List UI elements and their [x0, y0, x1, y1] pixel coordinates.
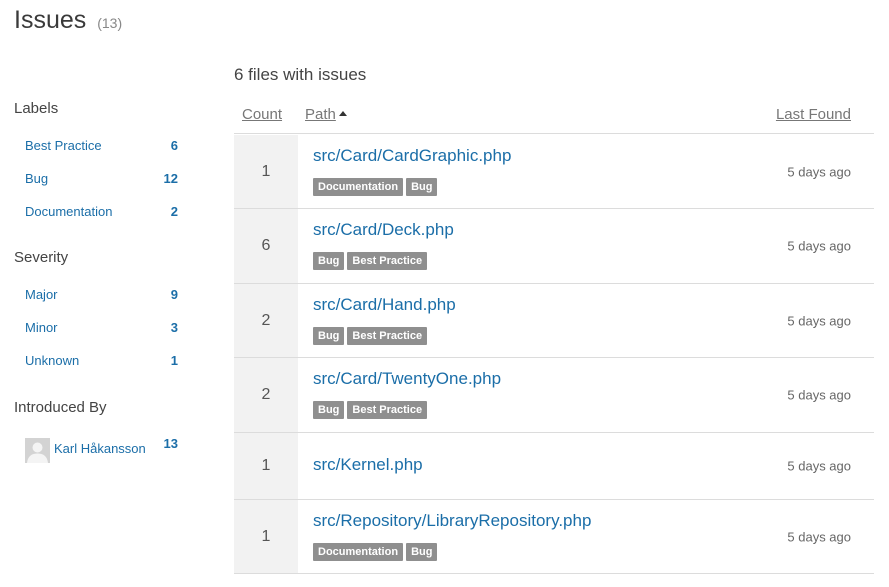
last-found-time: 5 days ago [787, 458, 851, 474]
row-count-cell: 1 [234, 433, 298, 499]
avatar-placeholder-icon [25, 438, 50, 463]
tag-list: Bug Best Practice [313, 400, 430, 419]
files-summary: 6 files with issues [234, 65, 367, 84]
tag-list: Bug Best Practice [313, 251, 430, 270]
file-path-link[interactable]: src/Card/CardGraphic.php [313, 146, 511, 166]
facet-item-documentation[interactable]: Documentation 2 [25, 204, 180, 222]
last-found-time: 5 days ago [787, 238, 851, 254]
tag-badge: Bug [313, 327, 345, 345]
file-path-link[interactable]: src/Card/Deck.php [313, 220, 454, 240]
table-header: Count Path Last Found [234, 104, 874, 134]
facet-title-labels: Labels [14, 100, 59, 117]
file-path-link[interactable]: src/Card/TwentyOne.php [313, 369, 501, 389]
page-title-text: Issues [14, 6, 87, 34]
facet-item-bug[interactable]: Bug 12 [25, 171, 180, 189]
tag-badge: Bug [313, 401, 345, 419]
sort-ascending-icon [338, 111, 347, 116]
facet-item-label[interactable]: Major [25, 287, 58, 302]
facet-item-label[interactable]: Unknown [25, 353, 79, 368]
last-found-time: 5 days ago [787, 164, 851, 179]
file-path-link[interactable]: src/Kernel.php [313, 455, 423, 475]
row-count-cell: 6 [234, 209, 298, 283]
table-row: 1 src/Kernel.php 5 days ago [234, 433, 874, 500]
facet-item-unknown[interactable]: Unknown 1 [25, 353, 180, 371]
file-path-link[interactable]: src/Repository/LibraryRepository.php [313, 511, 591, 531]
tag-badge: Documentation [313, 543, 404, 561]
facet-item-count: 6 [170, 138, 178, 153]
facet-item-best-practice[interactable]: Best Practice 6 [25, 138, 180, 156]
facet-item-count: 12 [163, 171, 178, 186]
table-row: 6 src/Card/Deck.php Bug Best Practice 5 d… [234, 209, 874, 284]
row-count-cell: 1 [234, 135, 298, 208]
tag-list: Documentation Bug [313, 542, 440, 561]
last-found-time: 5 days ago [787, 313, 851, 328]
facet-item-count: 2 [170, 204, 178, 219]
facet-title-introduced-by: Introduced By [14, 399, 107, 416]
column-header-path[interactable]: Path [305, 106, 347, 123]
table-row: 2 src/Card/TwentyOne.php Bug Best Practic… [234, 358, 874, 433]
row-count-cell: 1 [234, 500, 298, 573]
issue-count: (13) [97, 15, 123, 31]
tag-list: Documentation Bug [313, 177, 440, 196]
facet-item-count: 3 [170, 320, 178, 335]
row-count-cell: 2 [234, 358, 298, 432]
facet-item-label[interactable]: Minor [25, 320, 58, 335]
author-issue-count: 13 [163, 436, 178, 451]
last-found-time: 5 days ago [787, 387, 851, 403]
facet-item-minor[interactable]: Minor 3 [25, 320, 180, 338]
facet-item-label[interactable]: Bug [25, 171, 48, 186]
tag-badge: Bug [313, 252, 345, 270]
facet-item-count: 9 [170, 287, 178, 302]
facet-item-label[interactable]: Documentation [25, 204, 112, 219]
facet-item-major[interactable]: Major 9 [25, 287, 180, 305]
facet-title-severity: Severity [14, 249, 69, 266]
author-name[interactable]: Karl Håkansson [54, 441, 146, 456]
facet-item-author[interactable]: Karl Håkansson 13 [25, 436, 180, 463]
column-header-last-found[interactable]: Last Found [776, 106, 851, 123]
file-path-link[interactable]: src/Card/Hand.php [313, 295, 456, 315]
tag-badge: Best Practice [347, 327, 428, 345]
tag-list: Bug Best Practice [313, 326, 430, 345]
table-row: 2 src/Card/Hand.php Bug Best Practice 5 d… [234, 284, 874, 358]
tag-badge: Documentation [313, 178, 404, 196]
row-count-cell: 2 [234, 284, 298, 357]
page-title: Issues (13) [14, 6, 122, 35]
table-row: 1 src/Repository/LibraryRepository.php D… [234, 500, 874, 574]
tag-badge: Bug [406, 178, 438, 196]
facet-item-label[interactable]: Best Practice [25, 138, 102, 153]
tag-badge: Best Practice [347, 252, 428, 270]
tag-badge: Best Practice [347, 401, 428, 419]
last-found-time: 5 days ago [787, 529, 851, 544]
table-row: 1 src/Card/CardGraphic.php Documentation… [234, 135, 874, 209]
issues-table-body: 1 src/Card/CardGraphic.php Documentation… [234, 135, 874, 574]
column-header-count[interactable]: Count [242, 106, 282, 123]
tag-badge: Bug [406, 543, 438, 561]
facet-item-count: 1 [170, 353, 178, 368]
